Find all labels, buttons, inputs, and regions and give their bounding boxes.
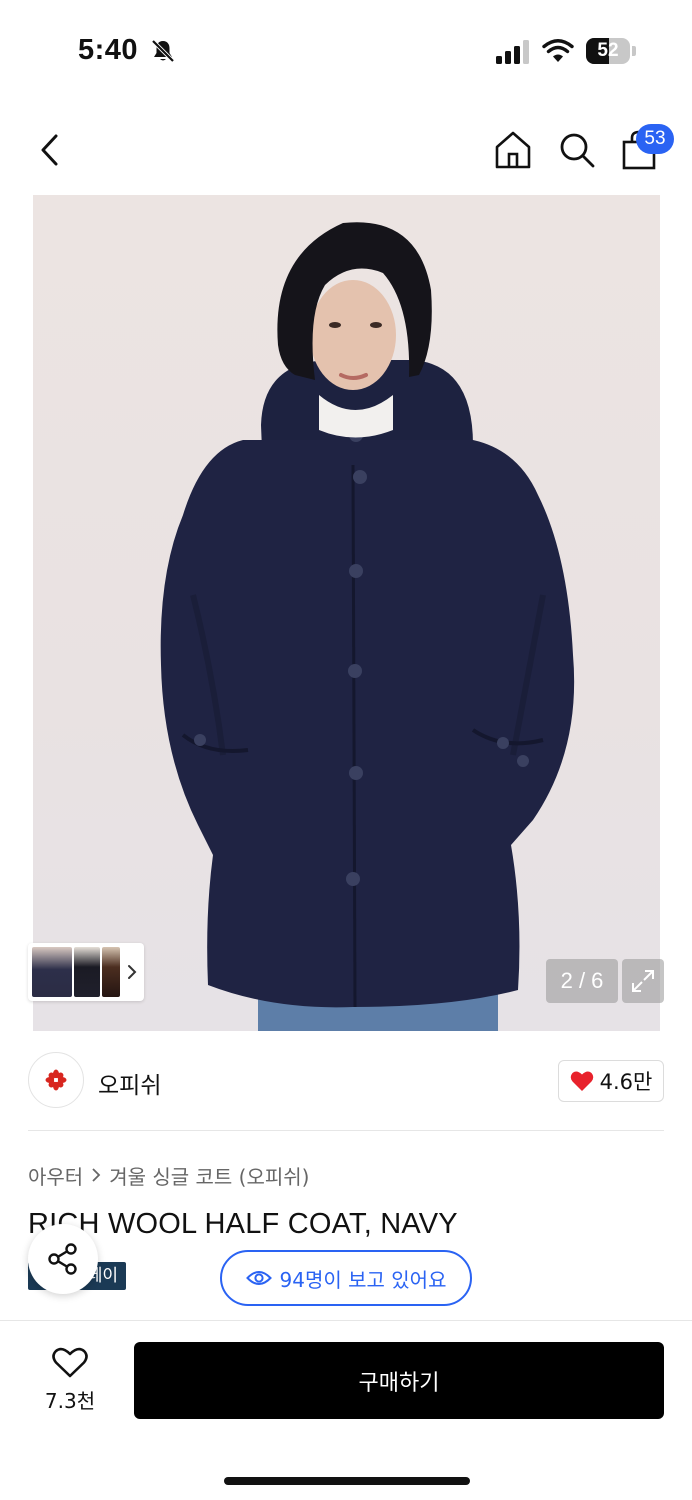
share-button[interactable] [28,1224,98,1294]
brand-logo[interactable] [28,1052,84,1108]
status-bar: 5:40 52 [0,0,692,100]
search-button[interactable] [554,126,600,174]
heart-filled-icon [570,1071,593,1091]
chevron-right-icon [92,1168,101,1182]
product-photo-navy-coat [160,222,575,1031]
eye-icon [245,1271,272,1285]
home-button[interactable] [490,126,536,174]
brand-name[interactable]: 오피쉬 [98,1066,161,1100]
product-title: RICH WOOL HALF COAT, NAVY [28,1208,458,1240]
expand-arrows-icon [632,970,654,992]
red-flower-logo [45,1069,67,1091]
breadcrumb-category[interactable]: 아우터 [28,1161,83,1190]
wishlist-count: 7.3천 [44,1388,96,1413]
home-indicator[interactable] [224,1477,470,1485]
image-page-indicator: 2 / 6 [546,959,618,1003]
search-icon [560,133,595,168]
bell-off-icon [151,39,175,63]
cellular-signal-icon [496,40,529,64]
heart-outline-icon [52,1347,88,1377]
expand-image-button[interactable] [622,959,664,1003]
thumbnail-image[interactable] [32,947,72,997]
battery-level: 52 [597,40,619,61]
breadcrumb-subcategory[interactable]: 겨울 싱글 코트 (오피쉬) [109,1161,309,1190]
cart-count-badge: 53 [636,124,674,154]
product-image[interactable] [33,195,660,1031]
brand-row: 오피쉬 4.6만 [28,1050,664,1112]
section-divider [28,1130,664,1131]
share-icon [48,1243,77,1275]
thumbnail-image[interactable] [74,947,100,997]
wishlist-button[interactable]: 7.3천 [30,1340,110,1420]
back-chevron-icon [41,134,58,166]
viewers-indicator: 94명이 보고 있어요 [220,1250,472,1306]
status-time: 5:40 [78,34,139,66]
chevron-right-icon [128,965,137,979]
viewers-text: 94명이 보고 있어요 [279,1267,447,1292]
buy-button[interactable]: 구매하기 [134,1342,664,1419]
battery-icon: 52 [586,38,636,64]
breadcrumb: 아우터 겨울 싱글 코트 (오피쉬) [28,1160,309,1190]
thumbnail-image[interactable] [102,947,120,997]
thumbnail-strip[interactable] [28,943,144,1001]
bottom-bar-divider [0,1320,692,1321]
brand-like-button[interactable]: 4.6만 [558,1060,664,1102]
home-icon [495,131,531,169]
brand-like-count: 4.6만 [599,1070,653,1094]
back-button[interactable] [30,128,70,172]
top-nav-bar [0,110,692,190]
wifi-icon [542,39,574,62]
